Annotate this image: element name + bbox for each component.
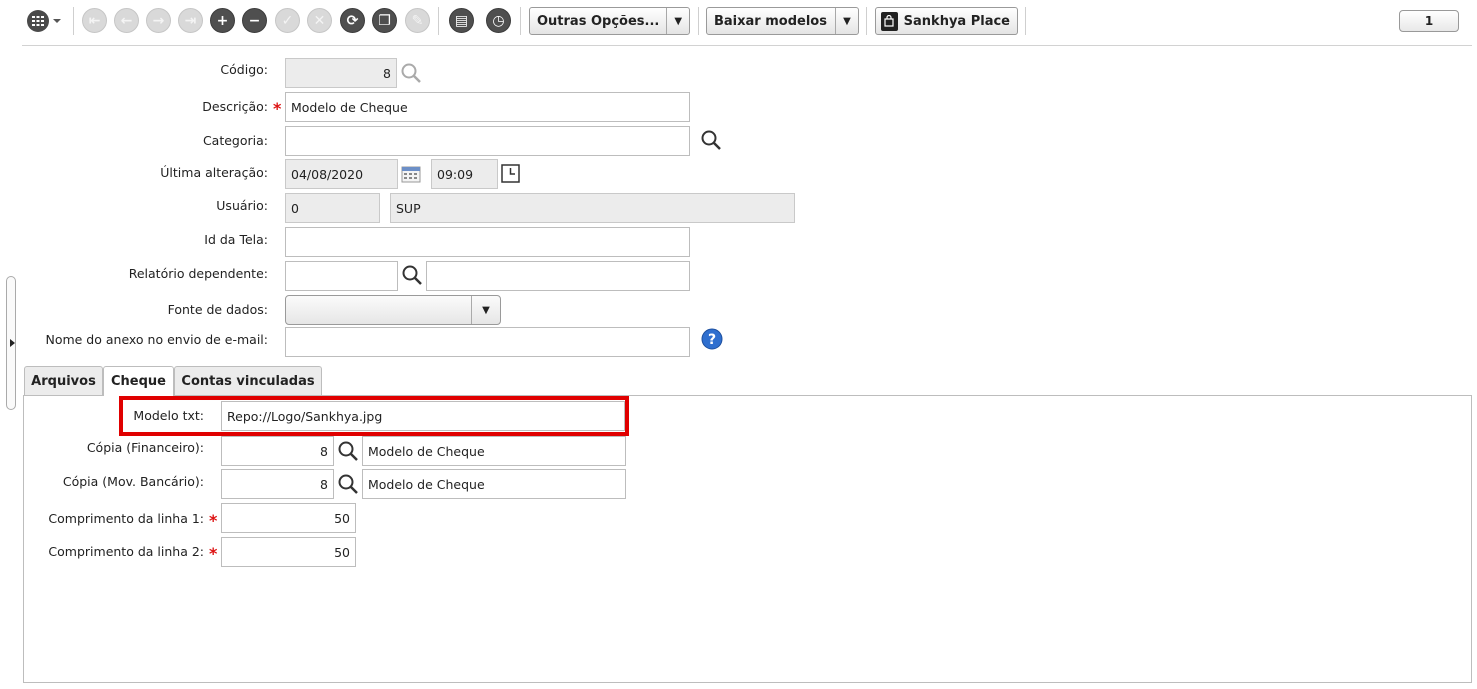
record-counter-value: 1 [1424,14,1434,28]
ultima-alteracao-date-field[interactable]: 04/08/2020 [285,159,398,189]
clock-icon[interactable]: ◷ [486,8,511,33]
relatorio-dependente-label: Relatório dependente: [128,266,268,281]
categoria-field[interactable] [285,126,690,156]
next-record-icon[interactable]: → [146,8,171,33]
previous-record-icon[interactable]: ← [114,8,139,33]
tab-contas-vinculadas[interactable]: Contas vinculadas [174,366,322,395]
search-icon[interactable] [337,473,359,495]
refresh-icon[interactable]: ⟳ [340,8,365,33]
last-record-icon[interactable]: ⇥ [178,8,203,33]
id-tela-field[interactable] [285,227,690,257]
clock-icon[interactable] [501,164,520,183]
tab-arquivos[interactable]: Arquivos [24,366,103,395]
descricao-field[interactable]: Modelo de Cheque [285,92,690,122]
usuario-name-field[interactable]: SUP [390,193,795,223]
calendar-icon[interactable] [401,165,421,183]
tab-cheque[interactable]: Cheque [103,366,174,396]
codigo-field[interactable]: 8 [285,58,397,88]
codigo-label: Código: [220,62,268,77]
download-models-label: Baixar modelos [714,13,827,29]
sankhya-place-button[interactable]: Sankhya Place [875,7,1018,35]
copia-financeiro-name-field[interactable]: Modelo de Cheque [362,436,626,466]
grid-menu-icon[interactable] [26,9,66,33]
copia-financeiro-label: Cópia (Financeiro): [86,440,204,455]
search-icon[interactable] [337,440,359,462]
edit-icon[interactable]: ✎ [405,8,430,33]
comprimento-linha2-field[interactable]: 50 [221,537,356,567]
more-options-dropdown[interactable]: Outras Opções... ▼ [529,7,690,35]
tab-cheque-label: Cheque [111,374,166,389]
copia-mov-bancario-code-field[interactable]: 8 [221,469,334,499]
fonte-dados-label: Fonte de dados: [167,302,268,317]
relatorio-dependente-name-field[interactable] [426,261,690,291]
ultima-alteracao-time-field[interactable]: 09:09 [431,159,498,189]
comprimento-linha1-label: Comprimento da linha 1: [48,511,204,526]
copia-financeiro-code-field[interactable]: 8 [221,436,334,466]
shopping-bag-icon [881,11,898,31]
cancel-icon[interactable]: ✕ [307,8,332,33]
required-asterisk: * [209,544,218,563]
sankhya-place-label: Sankhya Place [903,13,1010,29]
clipboard-icon[interactable]: ▤ [449,8,474,33]
comprimento-linha1-field[interactable]: 50 [221,503,356,533]
record-counter[interactable]: 1 [1399,10,1459,32]
usuario-code-field[interactable]: 0 [285,193,380,223]
fonte-dados-select[interactable]: ▼ [285,295,501,325]
descricao-label: Descrição: [202,99,268,114]
usuario-label: Usuário: [216,198,268,213]
help-icon[interactable]: ? [701,328,723,350]
required-asterisk: * [209,511,218,530]
search-icon[interactable] [700,129,722,151]
id-tela-label: Id da Tela: [204,232,268,247]
save-check-icon[interactable]: ✓ [275,8,300,33]
chevron-down-icon: ▼ [835,8,858,34]
categoria-label: Categoria: [202,133,268,148]
chevron-down-icon: ▼ [471,296,500,324]
nome-anexo-field[interactable] [285,327,690,357]
toolbar: ⇤ ← → ⇥ + − ✓ ✕ ⟳ ❐ ✎ ▤ ◷ Outras Opções.… [0,0,1477,46]
tab-arquivos-label: Arquivos [31,373,96,389]
more-options-label: Outras Opções... [537,13,660,29]
duplicate-icon[interactable]: ❐ [372,8,397,33]
copia-mov-bancario-label: Cópia (Mov. Bancário): [62,474,204,489]
chevron-down-icon: ▼ [666,8,689,34]
tab-contas-vinculadas-label: Contas vinculadas [181,373,315,389]
nome-anexo-label: Nome do anexo no envio de e-mail: [45,332,268,347]
add-record-icon[interactable]: + [210,8,235,33]
required-asterisk: * [273,99,282,118]
highlight-box [119,396,629,436]
download-models-dropdown[interactable]: Baixar modelos ▼ [706,7,859,35]
copia-mov-bancario-name-field[interactable]: Modelo de Cheque [362,469,626,499]
ultima-alteracao-label: Última alteração: [160,165,268,180]
remove-record-icon[interactable]: − [242,8,267,33]
search-icon[interactable] [400,62,422,84]
comprimento-linha2-label: Comprimento da linha 2: [48,544,204,559]
expand-arrow-icon[interactable] [9,338,16,348]
search-icon[interactable] [401,264,423,286]
relatorio-dependente-code-field[interactable] [285,261,398,291]
first-record-icon[interactable]: ⇤ [82,8,107,33]
svg-text:?: ? [708,332,716,348]
